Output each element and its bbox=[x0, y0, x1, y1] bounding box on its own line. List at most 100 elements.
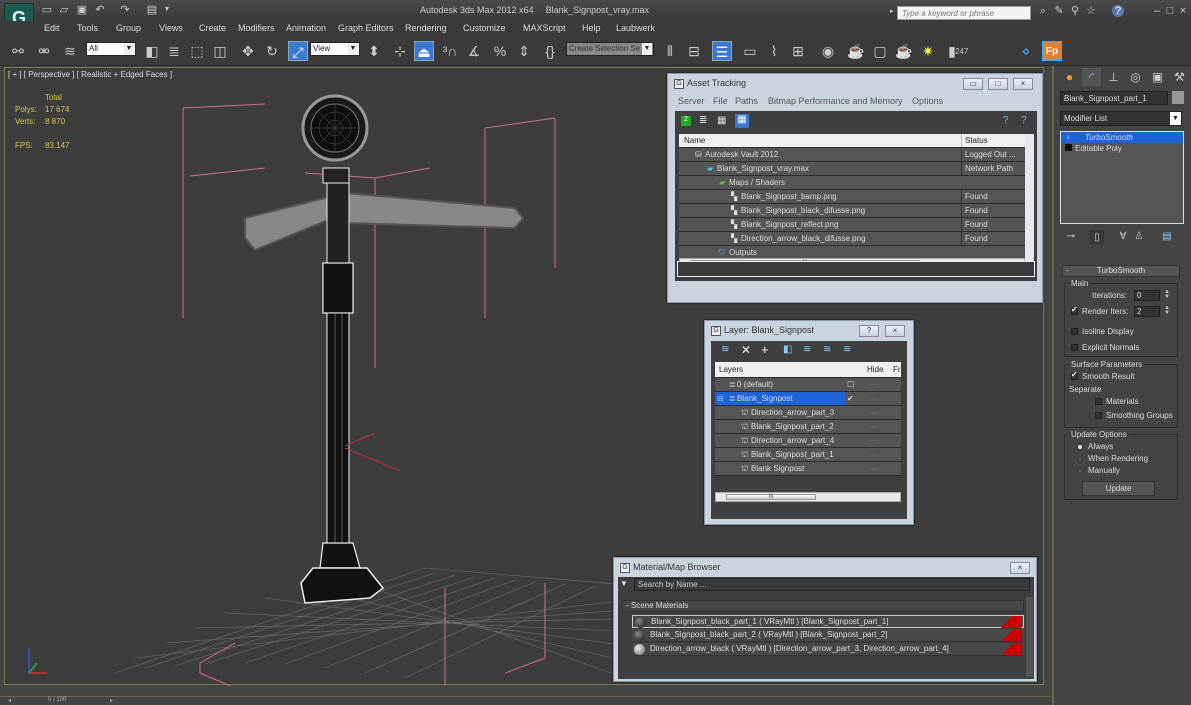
menu-maxscript[interactable]: MAXScript bbox=[523, 23, 566, 33]
spinner-snap-icon[interactable]: ⇕ bbox=[514, 41, 534, 61]
layer-row[interactable]: ⛫ Blank_Signpost_part_1 — bbox=[715, 448, 901, 462]
modify-tab-icon[interactable]: ◜ bbox=[1082, 68, 1101, 86]
open-file-icon[interactable]: ▱ bbox=[57, 4, 71, 16]
menu-create[interactable]: Create bbox=[199, 23, 226, 33]
selection-filter-dropdown[interactable]: All ▼ bbox=[86, 42, 136, 56]
menu-modifiers[interactable]: Modifiers bbox=[238, 23, 275, 33]
select-objects-icon[interactable]: ◧ bbox=[783, 344, 792, 355]
explicit-normals-checkbox[interactable] bbox=[1071, 344, 1078, 351]
save-icon[interactable]: ▣ bbox=[75, 4, 89, 16]
menu-rendering[interactable]: Rendering bbox=[405, 23, 447, 33]
menu-customize[interactable]: Customize bbox=[463, 23, 506, 33]
motion-tab-icon[interactable]: ◎ bbox=[1126, 68, 1145, 86]
mirror-icon[interactable]: ⫴ bbox=[660, 41, 680, 61]
keyboard-shortcut-override-icon[interactable]: ⏏ bbox=[414, 41, 434, 61]
create-layer-icon[interactable]: ≋ bbox=[721, 344, 729, 355]
layer-row[interactable]: ≣ 0 (default) ☐ — bbox=[715, 378, 901, 392]
remove-modifier-icon[interactable]: ♙ bbox=[1132, 230, 1146, 244]
display-tab-icon[interactable]: ▣ bbox=[1148, 68, 1167, 86]
pivot-center-icon[interactable]: ⬍ bbox=[364, 41, 384, 61]
material-editor-icon[interactable]: ◉ bbox=[818, 41, 838, 61]
quick-access-dropdown-icon[interactable]: ▼ bbox=[160, 4, 174, 16]
hide-all-layers-icon[interactable]: ≋ bbox=[823, 344, 831, 355]
at-row[interactable]: ▚ Blank_Signpost_black_difusse.png Found bbox=[679, 204, 1025, 218]
help-icon[interactable]: ? bbox=[1003, 115, 1009, 126]
viewport-label[interactable]: [ + ] [ Perspective ] [ Realistic + Edge… bbox=[8, 70, 172, 79]
separate-materials-checkbox[interactable] bbox=[1095, 398, 1102, 405]
edit-named-selection-icon[interactable]: {} bbox=[540, 41, 560, 61]
render-setup-icon[interactable]: ☕ bbox=[846, 41, 866, 61]
lightbulb-icon[interactable]: ♀ bbox=[1065, 133, 1071, 142]
light-icon[interactable]: ✷ bbox=[918, 41, 938, 61]
add-to-layer-icon[interactable]: + bbox=[761, 342, 769, 357]
hide-toggle[interactable]: — bbox=[869, 420, 877, 433]
at-path-field[interactable] bbox=[677, 261, 1035, 277]
render-iters-checkbox[interactable] bbox=[1071, 305, 1078, 315]
separate-smoothing-groups-checkbox[interactable] bbox=[1095, 412, 1102, 419]
update-always-radio[interactable] bbox=[1077, 444, 1083, 450]
percent-snap-icon[interactable]: % bbox=[490, 41, 510, 61]
hide-toggle[interactable]: — bbox=[869, 378, 877, 391]
column-name[interactable]: Name bbox=[684, 134, 705, 147]
maximize-button[interactable]: □ bbox=[988, 78, 1008, 90]
minimize-button[interactable]: ▭ bbox=[963, 78, 983, 90]
reference-coordinate-dropdown[interactable]: View ▼ bbox=[310, 42, 360, 56]
menu-animation[interactable]: Animation bbox=[286, 23, 326, 33]
schematic-view-icon[interactable]: ⊞ bbox=[788, 41, 808, 61]
column-status[interactable]: Status bbox=[961, 134, 988, 147]
menu-help[interactable]: Help bbox=[582, 23, 601, 33]
update-when-rendering-radio[interactable] bbox=[1077, 456, 1083, 462]
hide-toggle[interactable]: — bbox=[869, 462, 877, 475]
options-menu-icon[interactable]: ▼ bbox=[620, 579, 628, 588]
select-object-icon[interactable]: ◧ bbox=[142, 41, 162, 61]
menu-tools[interactable]: Tools bbox=[77, 23, 98, 33]
utilities-tab-icon[interactable]: ⚒ bbox=[1170, 68, 1189, 86]
close-button[interactable]: × bbox=[885, 325, 905, 337]
expand-icon[interactable] bbox=[1065, 144, 1072, 151]
update-manually-radio[interactable] bbox=[1077, 468, 1083, 474]
project-folder-icon[interactable]: ▤ bbox=[145, 4, 159, 16]
delete-layer-icon[interactable]: ✕ bbox=[741, 343, 751, 357]
curve-editor-icon[interactable]: ⌇ bbox=[764, 41, 784, 61]
stack-item-editable-poly[interactable]: Editable Poly bbox=[1061, 143, 1183, 154]
select-and-scale-icon[interactable]: ⤢ bbox=[288, 41, 308, 61]
column-freeze[interactable]: Fr bbox=[893, 362, 901, 378]
menu-views[interactable]: Views bbox=[159, 23, 183, 33]
search-by-name-input[interactable]: Search by Name ... bbox=[634, 578, 1030, 591]
at-menu-options[interactable]: Options bbox=[912, 96, 943, 106]
scene-materials-group[interactable]: - Scene Materials bbox=[622, 600, 1024, 612]
table-view-icon[interactable]: ▦ bbox=[735, 114, 749, 128]
time-slider-prev-icon[interactable]: ◂ bbox=[8, 697, 11, 704]
stack-item-turbosmooth[interactable]: ♀ TurboSmooth bbox=[1061, 132, 1183, 143]
at-menu-file[interactable]: File bbox=[713, 96, 728, 106]
binoculars-icon[interactable]: ⌕ bbox=[1036, 5, 1050, 17]
rendered-frame-window-icon[interactable]: ▢ bbox=[870, 41, 890, 61]
detail-view-icon[interactable]: ▦ bbox=[717, 115, 726, 126]
smooth-result-checkbox[interactable] bbox=[1071, 370, 1078, 380]
window-crossing-icon[interactable]: ◫ bbox=[210, 41, 230, 61]
at-menu-bitmap-performance[interactable]: Bitmap Performance and Memory bbox=[768, 96, 903, 106]
create-tab-icon[interactable]: ● bbox=[1060, 68, 1079, 86]
layer-row[interactable]: ⛫ Direction_arrow_part_4 — bbox=[715, 434, 901, 448]
help-button[interactable]: ? bbox=[859, 325, 879, 337]
make-unique-icon[interactable]: ∀ bbox=[1116, 230, 1130, 244]
close-button[interactable]: × bbox=[1010, 562, 1030, 574]
current-layer-checkbox[interactable]: ☐ bbox=[847, 378, 854, 391]
hierarchy-tab-icon[interactable]: ⊥ bbox=[1104, 68, 1123, 86]
undo-icon[interactable]: ↶ bbox=[93, 4, 107, 16]
freeze-all-layers-icon[interactable]: ≋ bbox=[843, 344, 851, 355]
render-iters-spinner-arrows[interactable]: ▲ ▼ bbox=[1163, 305, 1171, 317]
select-and-link-icon[interactable]: ⚯ bbox=[8, 41, 28, 61]
hide-toggle[interactable]: — bbox=[869, 448, 877, 461]
object-name-field[interactable]: Blank_Signpost_part_1 bbox=[1060, 91, 1168, 105]
isoline-display-checkbox[interactable] bbox=[1071, 328, 1078, 335]
current-layer-check-icon[interactable]: ✔ bbox=[847, 392, 854, 405]
list-view-icon[interactable]: ≣ bbox=[699, 115, 707, 126]
material-item[interactable]: Direction_arrow_black ( VRayMtl ) [Direc… bbox=[632, 643, 1024, 656]
menu-group[interactable]: Group bbox=[116, 23, 141, 33]
column-layers[interactable]: Layers bbox=[719, 362, 743, 378]
favorites-star-icon[interactable]: ☆ bbox=[1084, 5, 1098, 17]
maximize-icon[interactable]: □ bbox=[1163, 5, 1177, 17]
at-menu-server[interactable]: Server bbox=[678, 96, 705, 106]
align-icon[interactable]: ⊟ bbox=[684, 41, 704, 61]
